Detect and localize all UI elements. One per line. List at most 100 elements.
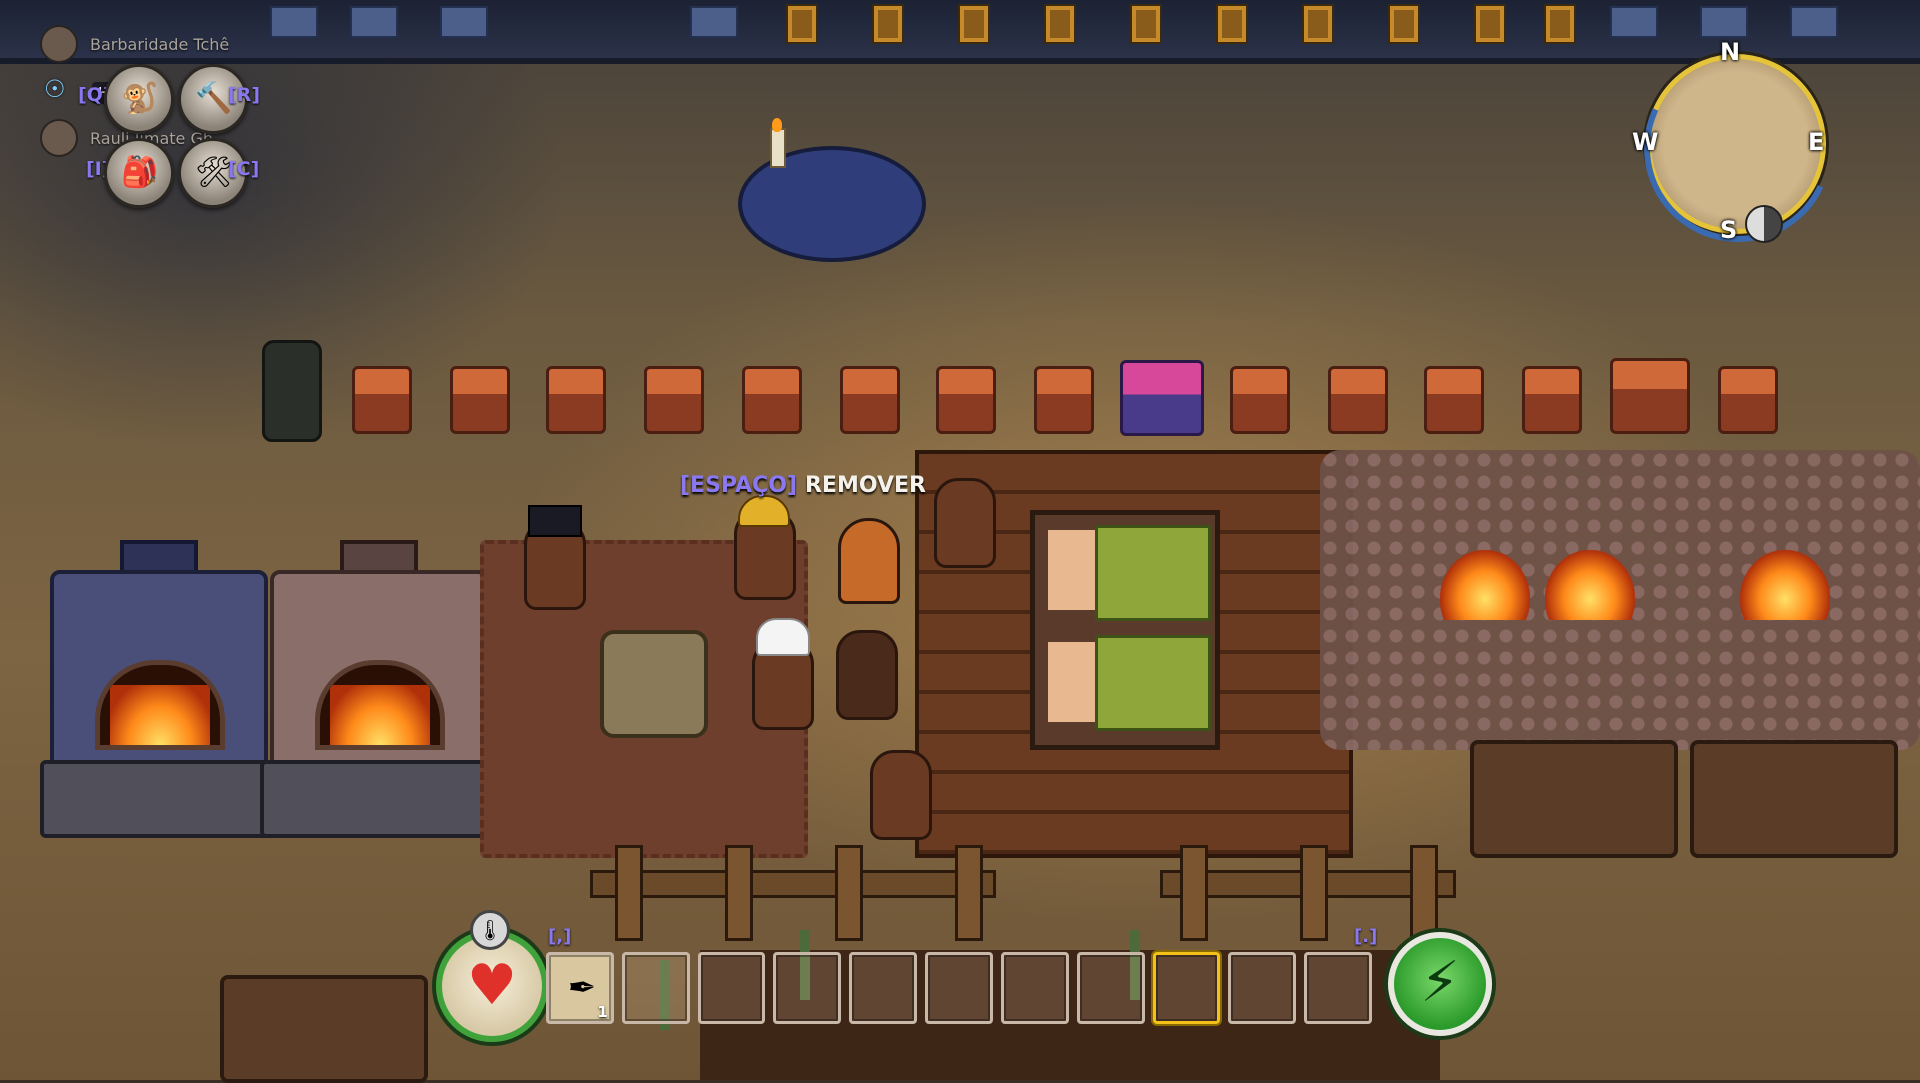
compass-north: N xyxy=(1720,38,1741,66)
wall-window xyxy=(1790,6,1838,38)
hotbar-slot[interactable] xyxy=(1228,952,1297,1024)
hotbar-slot[interactable] xyxy=(773,952,842,1024)
fence-post xyxy=(955,845,983,941)
hotbar-prev-key: [,] xyxy=(548,926,572,947)
item-count: 1 xyxy=(597,1003,608,1021)
hotbar-slot[interactable] xyxy=(697,952,766,1024)
storage-chest[interactable] xyxy=(1522,366,1582,434)
hotbar-slot[interactable] xyxy=(1076,952,1145,1024)
storage-chest[interactable] xyxy=(840,366,900,434)
wall-window xyxy=(690,6,738,38)
hotbar-slot[interactable] xyxy=(925,952,993,1024)
monkey-npc[interactable] xyxy=(870,750,932,840)
fire xyxy=(330,685,430,745)
party-member: Barbaridade Tchê xyxy=(40,25,229,63)
thermometer-icon: 🌡 xyxy=(470,910,510,950)
furnace-base xyxy=(40,760,278,838)
barrel[interactable] xyxy=(262,340,322,442)
storage-chest[interactable] xyxy=(936,366,996,434)
moon-icon xyxy=(1745,205,1783,243)
large-chest[interactable] xyxy=(1610,358,1690,434)
crafting-tools-icon: 🛠 xyxy=(195,155,234,190)
grindstone[interactable] xyxy=(600,630,708,738)
inventory-button[interactable]: 🎒 xyxy=(104,138,174,208)
wall-window xyxy=(270,6,318,38)
hotbar-slot[interactable] xyxy=(1304,952,1372,1024)
backpack-icon: 🎒 xyxy=(121,155,159,190)
storage-chest[interactable] xyxy=(1718,366,1778,434)
leaf-blanket xyxy=(1095,635,1211,731)
wall-banner xyxy=(1474,4,1506,44)
compass-east: E xyxy=(1808,128,1825,156)
wall-window xyxy=(440,6,488,38)
avatar xyxy=(40,119,78,157)
prompt-action: REMOVER xyxy=(804,472,926,498)
fence-post xyxy=(615,845,643,941)
storage-chest[interactable] xyxy=(1034,366,1094,434)
candle-flame xyxy=(772,118,782,132)
hotbar-slot[interactable] xyxy=(1000,952,1069,1024)
furnace-base xyxy=(260,760,498,838)
storage-chest[interactable] xyxy=(450,366,510,434)
chef-hat xyxy=(756,618,810,656)
monkey-npc[interactable] xyxy=(934,478,996,568)
monkey-menu-button[interactable]: 🐒 xyxy=(104,64,174,134)
workbench[interactable] xyxy=(1470,740,1678,858)
bed-pillow xyxy=(1045,639,1099,725)
fence-post xyxy=(725,845,753,941)
bunk-bed[interactable] xyxy=(1030,510,1220,750)
wall-banner xyxy=(1044,4,1076,44)
storage-chest[interactable] xyxy=(644,366,704,434)
wall-window xyxy=(1610,6,1658,38)
player-character[interactable] xyxy=(836,630,898,720)
top-hat xyxy=(528,505,582,537)
hotbar-slot[interactable] xyxy=(621,952,690,1024)
storage-chest[interactable] xyxy=(742,366,802,434)
ghost-icon: ☉ xyxy=(44,75,66,103)
hotbar-slot[interactable] xyxy=(849,952,918,1024)
campfire[interactable] xyxy=(1545,550,1635,620)
furnace[interactable] xyxy=(40,540,278,840)
bed-pillow xyxy=(1045,527,1099,613)
hotbar-slot[interactable] xyxy=(1152,952,1221,1024)
campfire[interactable] xyxy=(1440,550,1530,620)
monkey-icon: 🐒 xyxy=(121,81,159,116)
furnace[interactable] xyxy=(260,540,498,840)
wooden-fence xyxy=(590,870,996,898)
workbench[interactable] xyxy=(220,975,428,1083)
fire xyxy=(110,685,210,745)
fence-post xyxy=(1410,845,1438,941)
hotbar-slot[interactable]: ✒ 1 xyxy=(546,952,614,1024)
wall-banner xyxy=(1216,4,1248,44)
wall-window xyxy=(350,6,398,38)
wall-banner xyxy=(958,4,990,44)
storage-chest[interactable] xyxy=(546,366,606,434)
game-world[interactable] xyxy=(0,0,1920,1083)
lightning-icon: ⚡ xyxy=(1420,950,1460,1015)
leaf-blanket xyxy=(1095,525,1211,621)
compass-south: S xyxy=(1720,216,1738,244)
wall-window xyxy=(1700,6,1748,38)
round-crafting-table[interactable] xyxy=(738,146,926,262)
hotbar-next-key: [.] xyxy=(1354,926,1378,947)
cooking-pot-fire[interactable] xyxy=(1740,550,1830,620)
storage-chest[interactable] xyxy=(1328,366,1388,434)
fence-post xyxy=(835,845,863,941)
compass-west: W xyxy=(1632,128,1659,156)
wall-banner xyxy=(786,4,818,44)
key-hint: [C] xyxy=(228,158,260,180)
wall-banner xyxy=(1302,4,1334,44)
storage-chest[interactable] xyxy=(1424,366,1484,434)
wall-banner xyxy=(1388,4,1420,44)
magic-chest[interactable] xyxy=(1120,360,1204,436)
interaction-prompt: [ESPAÇO] REMOVER xyxy=(680,470,926,500)
fence-post xyxy=(1300,845,1328,941)
monkey-backpack-item[interactable] xyxy=(838,518,900,604)
workbench[interactable] xyxy=(1690,740,1898,858)
avatar xyxy=(40,25,78,63)
hammer-icon: 🔨 xyxy=(195,81,233,116)
storage-chest[interactable] xyxy=(352,366,412,434)
wall-banner xyxy=(872,4,904,44)
storage-chest[interactable] xyxy=(1230,366,1290,434)
key-hint: [R] xyxy=(228,84,260,106)
